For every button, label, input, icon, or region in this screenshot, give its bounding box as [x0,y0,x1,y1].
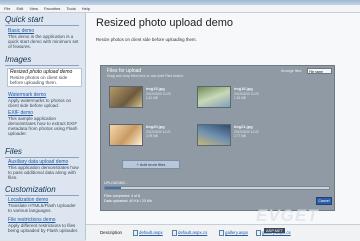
tab-default-aspx-cs[interactable]: default.aspx.cs [178,230,207,235]
section-divider [5,65,79,66]
sidebar-item-desc: Translate HTML5/Flash Uploader to variou… [8,203,76,213]
menu-tools[interactable]: Tools [66,5,75,13]
sidebar-item-localization[interactable]: Localization demo Translate HTML5/Flash … [8,198,80,214]
menu-edit[interactable]: Edit [16,5,23,13]
menu-favorites[interactable]: Favorites [44,5,60,13]
menu-bar: File Edit View Favorites Tools Help [0,5,360,13]
tab-default-aspx[interactable]: default.aspx [139,230,163,235]
file-name: img16.jpg [234,86,253,91]
sort-label: Arrange files: [281,69,303,73]
data-uploaded-text: Data uploaded: 40 Kb / 20 Mb [104,199,152,203]
sidebar-item-resized-photo[interactable]: Resized photo upload demo Resize photos … [7,68,82,87]
section-divider [5,157,79,158]
file-size: 2.18 MB [234,96,246,100]
tab-gallery-aspx[interactable]: gallery.aspx [225,230,248,235]
sidebar-item-exif[interactable]: EXIF demo This sample application demons… [8,111,80,137]
sidebar: Quick start Basic demo This demo is the … [0,13,86,240]
page-title: Resized photo upload demo [96,17,233,29]
sidebar-item-basic-demo[interactable]: Basic demo This demo is the application … [8,29,80,50]
file-thumbnail[interactable] [197,124,231,146]
section-title-quick-start: Quick start [5,15,44,24]
file-thumbnail[interactable] [109,124,143,146]
file-name: img21.jpg [234,124,253,129]
uploader-header: Files for upload Drag and drop files her… [101,66,334,78]
sidebar-item-desc: This sample application demonstrates how… [8,116,78,136]
sidebar-item-desc: Apply different restrictions to files be… [8,223,79,233]
sidebar-item-file-restrictions[interactable]: File restrictions demo Apply different r… [8,218,80,234]
cancel-button[interactable]: Cancel [316,197,332,205]
document-icon [133,230,138,236]
sort-select[interactable]: File name [307,68,332,74]
section-title-images: Images [5,55,32,64]
watermark-logo: EVGET ASP.NET [256,206,360,233]
file-size: 2.77 MB [234,134,246,138]
watermark-text: EVGET [256,206,319,225]
file-name: img20.jpg [146,124,165,129]
sidebar-item-auxiliary[interactable]: Auxiliary data upload demo This applicat… [8,160,80,181]
menu-help[interactable]: Help [82,5,90,13]
upload-progress-fill [105,187,121,189]
menu-file[interactable]: File [4,5,10,13]
file-name: img15.jpg [146,86,165,91]
files-completed-text: Files completed: 0 of 8 [104,194,141,198]
sidebar-item-watermark[interactable]: Watermark demo Apply watermarks to photo… [8,93,80,109]
section-divider [5,25,79,26]
sidebar-item-desc: This application demonstrates how to pas… [8,165,79,180]
sidebar-item-desc: This demo is the application is a quick … [8,34,79,49]
file-size: 2.09 MB [146,134,158,138]
sidebar-item-desc: Apply watermarks to photos on client sid… [8,98,72,108]
sidebar-item-desc: Resize photos on client side before uplo… [10,75,68,85]
page-subtitle: Resize photos on client side before uplo… [96,37,197,42]
section-divider [5,195,79,196]
upload-status: UPLOADING... [104,181,129,185]
menu-view[interactable]: View [29,5,38,13]
file-thumbnail[interactable] [109,86,143,108]
tab-description[interactable]: Description [100,230,122,235]
document-icon [219,230,224,236]
document-icon [172,230,177,236]
watermark-subtext: ASP.NET [264,228,285,233]
file-thumbnail[interactable] [197,86,231,108]
section-title-files: Files [5,147,22,156]
add-files-button[interactable]: + Add more files [122,160,180,169]
section-title-customization: Customization [5,185,56,194]
drag-hint: Drag and drop files here or use Add File… [107,74,184,78]
upload-progress-bar [104,186,330,190]
file-size: 2.42 MB [146,96,158,100]
